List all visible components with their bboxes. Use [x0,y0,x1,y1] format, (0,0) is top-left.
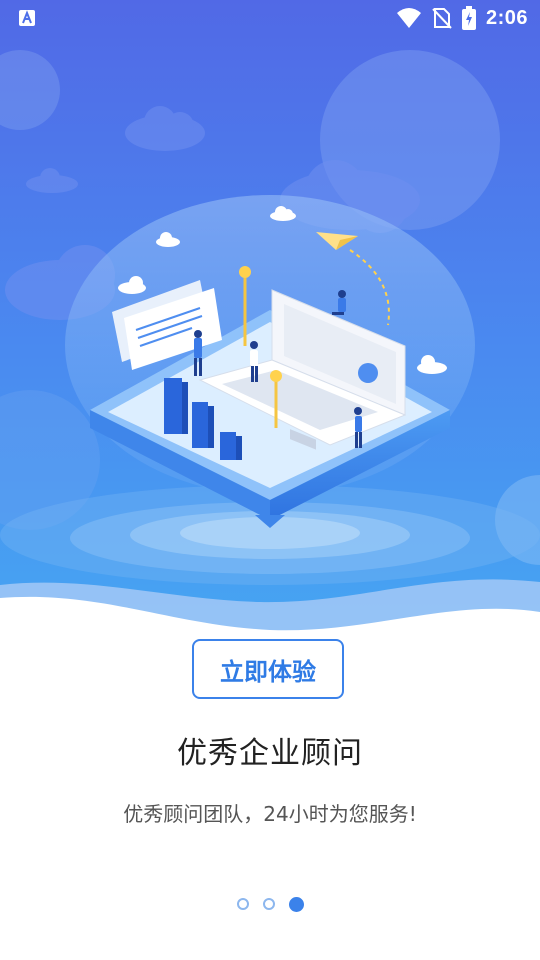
no-sim-icon [432,8,452,29]
wifi-icon [396,8,421,28]
page-indicator [0,897,540,912]
page-subtitle: 优秀顾问团队，24小时为您服务! [123,802,417,826]
page-dot-1[interactable] [236,898,249,910]
page-dot-2[interactable] [262,898,275,910]
try-now-button-label: 立即体验 [220,657,316,686]
status-time: 2:06 [485,6,528,29]
battery-charging-icon [461,6,476,30]
status-icons: 2:06 [396,4,528,32]
try-now-button[interactable]: 立即体验 [192,639,344,699]
status-bar: 2:06 [0,0,540,36]
hero-illustration [0,0,540,640]
page-dot-3-active[interactable] [288,897,304,912]
app-notification-icon [19,10,35,26]
page-title: 优秀企业顾问 [177,736,363,771]
